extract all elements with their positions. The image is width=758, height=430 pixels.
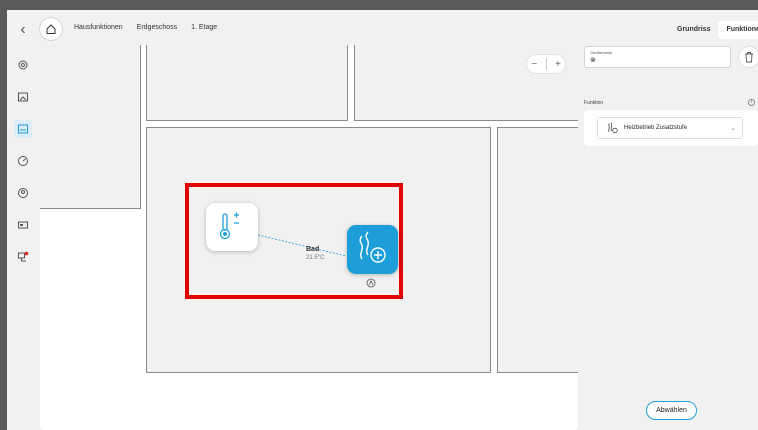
tab-funktionen[interactable]: Funktionen xyxy=(718,21,758,39)
person-icon xyxy=(366,278,376,288)
heating-icon xyxy=(608,122,618,134)
thermostat-sensor-tile[interactable] xyxy=(206,203,258,251)
thermostat-icon xyxy=(219,212,239,240)
gauge-icon xyxy=(18,156,28,166)
deselect-button[interactable]: Abwählen xyxy=(646,401,697,420)
sidebar-item-settings[interactable] xyxy=(14,56,32,74)
info-icon[interactable]: i xyxy=(748,99,755,106)
heating-actor-tile[interactable] xyxy=(347,225,398,274)
link-temperature: 21.5°C xyxy=(306,255,325,261)
delete-button[interactable] xyxy=(738,46,758,68)
sidebar-item-floorplan[interactable] xyxy=(14,120,32,138)
breadcrumb-item-erdgeschoss[interactable]: Erdgeschoss xyxy=(137,24,177,31)
function-select-card: Heizbetrieb Zusatzstufe ⌄ xyxy=(584,110,758,146)
gear-icon xyxy=(18,60,28,70)
view-toggle: Grundriss Funktionen xyxy=(669,21,758,39)
breadcrumb-item-hausfunktionen[interactable]: Hausfunktionen xyxy=(74,24,123,31)
sidebar-item-scenes[interactable] xyxy=(14,88,32,106)
home-icon xyxy=(46,24,56,34)
network-alert-icon xyxy=(18,251,29,262)
function-section-label: Funktion xyxy=(584,100,604,106)
sidebar-item-network[interactable] xyxy=(14,248,32,266)
floorplan-icon xyxy=(18,124,28,134)
chevron-down-icon[interactable]: ⌄ xyxy=(730,124,736,132)
device-name-label: Gerätename xyxy=(590,50,613,55)
function-select[interactable]: Heizbetrieb Zusatzstufe ⌄ xyxy=(597,117,743,139)
link-room-label: Bad xyxy=(306,246,320,253)
sidebar-item-devices[interactable] xyxy=(14,216,32,234)
home-button[interactable] xyxy=(40,18,62,40)
chevron-left-icon[interactable]: ‹ xyxy=(15,22,31,38)
device-name-field[interactable]: Gerätename ⊗ xyxy=(584,46,731,68)
trash-icon xyxy=(745,52,753,63)
function-select-value: Heizbetrieb Zusatzstufe xyxy=(624,125,688,131)
app-window: ‹ Hausfunktionen Erdgeschoss 1. Etage Gr… xyxy=(7,10,758,430)
heating-add-icon xyxy=(359,231,386,263)
device-name-value: ⊗ xyxy=(590,57,596,64)
picture-icon xyxy=(18,92,28,102)
sidebar-item-users[interactable] xyxy=(14,184,32,202)
sidebar-item-energy[interactable] xyxy=(14,152,32,170)
person-icon xyxy=(18,188,28,198)
breadcrumb: Hausfunktionen Erdgeschoss 1. Etage xyxy=(74,24,217,31)
breadcrumb-item-etage[interactable]: 1. Etage xyxy=(191,24,217,31)
display-icon xyxy=(18,221,28,229)
floorplan-canvas[interactable]: − + Bad 21.5°C xyxy=(40,45,578,430)
tab-grundriss[interactable]: Grundriss xyxy=(669,21,718,39)
